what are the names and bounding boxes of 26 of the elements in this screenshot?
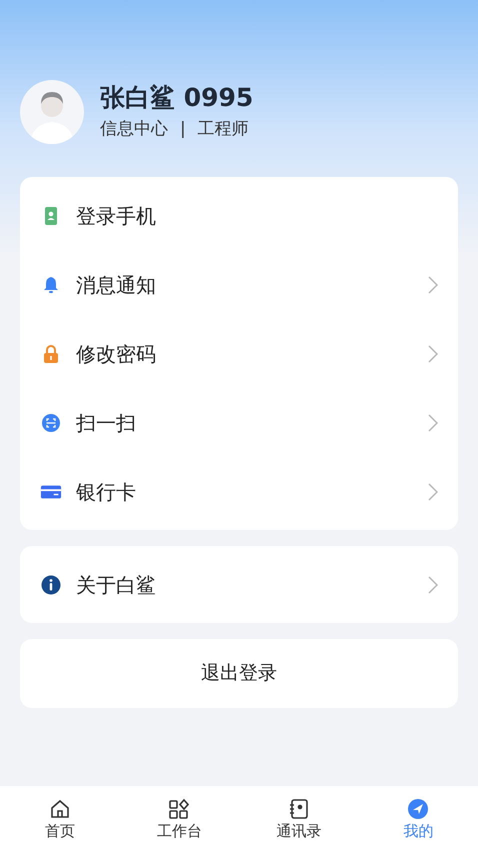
menu-item[interactable]: 登录手机	[20, 181, 458, 250]
scan-icon	[40, 412, 62, 432]
tab-item[interactable]: 通讯录	[239, 786, 358, 850]
menu-item[interactable]: 修改密码	[20, 319, 458, 388]
menu-label: 关于白鲨	[76, 572, 157, 598]
menu-item[interactable]: 消息通知	[20, 250, 458, 319]
info-icon	[40, 574, 62, 594]
menu-label: 扫一扫	[76, 410, 137, 436]
menu-label: 登录手机	[76, 202, 157, 230]
menu-label: 银行卡	[76, 478, 137, 506]
menu-item[interactable]: 关于白鲨	[20, 550, 458, 619]
tab-item[interactable]: 工作台	[120, 786, 239, 850]
address-book-icon	[288, 798, 310, 820]
grid-icon	[168, 798, 190, 820]
role-text: 工程师	[198, 118, 249, 141]
tab-item[interactable]: 我的	[358, 786, 478, 850]
logout-button[interactable]: 退出登录	[20, 639, 458, 708]
separator-text: |	[180, 118, 186, 141]
tab-item[interactable]: 首页	[0, 786, 120, 850]
menu-label: 修改密码	[76, 340, 157, 368]
menu-item[interactable]: 银行卡	[20, 457, 458, 526]
department-text: 信息中心	[100, 118, 168, 141]
menu-item[interactable]: 扫一扫	[20, 388, 458, 457]
home-icon	[48, 798, 71, 820]
menu-label: 消息通知	[76, 272, 157, 298]
user-name: 张白鲨 0995	[100, 82, 254, 113]
